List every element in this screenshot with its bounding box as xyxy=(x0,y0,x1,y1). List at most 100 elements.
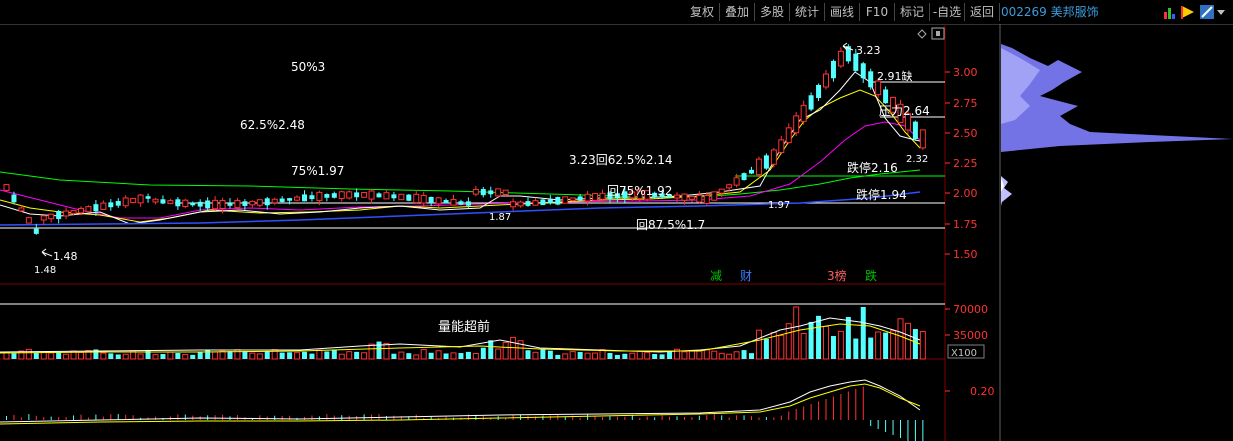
volume-bar xyxy=(354,351,360,359)
candle-body xyxy=(309,195,315,200)
volume-bar xyxy=(205,349,211,359)
candle-body xyxy=(488,190,494,195)
candle-body xyxy=(830,60,836,79)
volume-bar xyxy=(406,353,412,359)
volume-bar xyxy=(890,330,897,360)
volume-bar xyxy=(823,325,829,360)
mid-low-label: 1.87 xyxy=(489,212,511,223)
candle-body xyxy=(33,228,39,234)
volume-bar xyxy=(450,352,457,360)
candle-body xyxy=(562,196,569,204)
volume-bar xyxy=(197,351,203,359)
event-tags: 减 财 3榜 跌 xyxy=(710,268,877,283)
candle-body xyxy=(302,194,307,202)
candle-body xyxy=(696,194,703,203)
candle-body xyxy=(495,188,502,197)
candle-body xyxy=(547,199,553,204)
volume-bar xyxy=(264,351,270,359)
candle-body xyxy=(420,194,427,204)
volume-bar xyxy=(919,331,926,360)
price-axis-label: 2.25 xyxy=(953,157,978,170)
candle-body xyxy=(599,192,606,200)
volume-bar xyxy=(249,352,256,360)
gap-label: 2.91缺 xyxy=(877,69,913,83)
candle-body xyxy=(785,127,792,144)
volume-bar xyxy=(749,353,754,359)
volume-bar xyxy=(256,353,263,360)
candle-body xyxy=(271,198,278,204)
volume-bar xyxy=(778,335,785,360)
volume-bar xyxy=(227,351,233,359)
volume-bar xyxy=(287,352,293,359)
volume-bar xyxy=(883,332,889,359)
volume-bar xyxy=(577,352,583,359)
candle-body xyxy=(25,217,32,224)
candle-body xyxy=(145,196,151,199)
candle-body xyxy=(733,177,740,186)
volume-bar xyxy=(845,316,851,359)
volume-bar xyxy=(175,352,181,359)
volume-bar xyxy=(338,353,345,360)
candle-body xyxy=(555,197,561,205)
candle-body xyxy=(93,204,99,212)
candle-body xyxy=(860,63,866,79)
candle-body xyxy=(919,129,926,149)
candle-body xyxy=(212,199,219,210)
volume-bar xyxy=(711,350,718,360)
volume-bar xyxy=(741,350,747,359)
volume-bar xyxy=(190,354,196,359)
candle-body xyxy=(11,194,17,203)
candle-body xyxy=(875,80,882,96)
limit-down-2-label: 跌停1.94 xyxy=(856,187,907,202)
candle-body xyxy=(376,193,382,198)
volume-bar xyxy=(33,352,39,359)
low-marker-label: 1.48 xyxy=(53,250,78,263)
volume-axis-label: 70000 xyxy=(953,303,988,316)
candle-body xyxy=(331,193,337,198)
candle-body xyxy=(681,193,688,201)
volume-annotation: 量能超前 xyxy=(438,319,490,335)
candle-body xyxy=(219,200,226,210)
chart-area: 50%3 62.5%2.48 75%1.97 3.23回62.5%2.14 回7… xyxy=(0,24,1233,441)
candle-body xyxy=(48,213,55,220)
volume-bar xyxy=(78,351,84,360)
volume-bar xyxy=(100,352,107,360)
candle-body xyxy=(368,190,375,200)
candle-body xyxy=(354,192,360,198)
candle-body xyxy=(793,115,800,134)
candle-body xyxy=(540,199,546,206)
candle-body xyxy=(256,199,263,206)
volume-bar xyxy=(465,351,471,359)
candle-body xyxy=(152,198,159,203)
candle-body xyxy=(912,121,918,140)
volume-bar xyxy=(853,338,859,359)
price-axis: 3.00 2.75 2.50 2.25 2.00 1.75 1.50 xyxy=(945,66,978,261)
volume-bar xyxy=(443,353,449,359)
volume-bar xyxy=(800,332,807,360)
candle-body xyxy=(130,197,137,203)
volume-bar xyxy=(182,354,189,360)
diamond-icon[interactable] xyxy=(917,29,927,39)
volume-bar xyxy=(383,342,390,360)
volume-bar xyxy=(540,349,546,359)
candle-body xyxy=(287,198,293,201)
candle-body xyxy=(741,173,747,181)
volume-bar xyxy=(361,352,368,360)
volume-bar xyxy=(793,306,800,360)
candle-body xyxy=(778,139,785,154)
volume-bar xyxy=(667,351,673,359)
low-arrow-icon xyxy=(41,248,53,257)
price-axis-label: 3.00 xyxy=(953,66,978,79)
volume-bar xyxy=(309,353,315,359)
candle-body xyxy=(227,202,233,206)
volume-axis-label: 35000 xyxy=(953,329,988,342)
volume-bar xyxy=(733,351,740,360)
volume-bar xyxy=(681,351,688,360)
candle-body xyxy=(316,191,323,202)
volume-bar xyxy=(688,350,695,360)
candle-body xyxy=(294,196,301,201)
volume-bar xyxy=(502,341,509,360)
volume-bar xyxy=(458,353,464,359)
volume-bar xyxy=(472,352,479,360)
low-value-label: 1.48 xyxy=(34,265,56,276)
